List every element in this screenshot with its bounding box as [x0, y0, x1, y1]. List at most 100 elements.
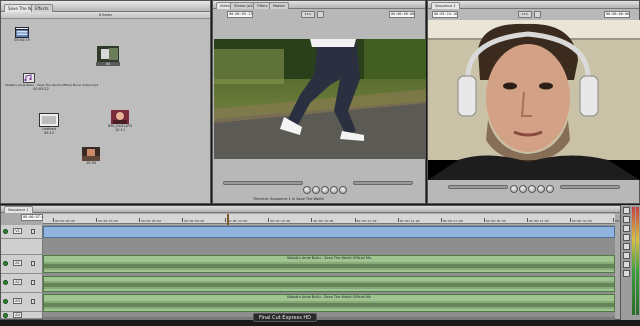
image-thumbnail: [111, 110, 129, 124]
ruler-tick: [53, 218, 54, 222]
canvas-footer-label: Timeline: Sequence 1 in Save The World: [253, 197, 324, 201]
track-visibility-toggle[interactable]: [3, 261, 8, 266]
ruler-label: 00:00:18:00: [313, 219, 334, 223]
lock-icon[interactable]: [31, 229, 35, 234]
clip-item[interactable]: Untitled 00:12: [37, 113, 61, 135]
canvas-jog-control[interactable]: [448, 185, 508, 189]
timeline-window: Sequence 1 00:00:07:00 00:00:00:00 00:00:…: [0, 205, 635, 320]
pen-tool-icon[interactable]: [623, 270, 630, 277]
canvas-next-edit-button[interactable]: [546, 185, 554, 193]
roll-tool-icon[interactable]: [623, 234, 630, 241]
canvas-view-popup[interactable]: [534, 11, 541, 18]
viewer-next-edit-button[interactable]: [339, 186, 347, 194]
clip-item[interactable]: 00:04:19: [9, 27, 35, 42]
ruler-label: 00:00:15:00: [270, 219, 291, 223]
track-visibility-toggle[interactable]: [3, 299, 8, 304]
track-header-v1[interactable]: V1: [1, 225, 43, 239]
ruler-label: 00:00:00:00: [55, 219, 75, 223]
crop-tool-icon[interactable]: [623, 261, 630, 268]
track-header-a1[interactable]: A1: [1, 255, 43, 274]
track-visibility-toggle[interactable]: [3, 229, 8, 234]
track-label: V1: [13, 228, 22, 234]
viewer-play-button[interactable]: [321, 186, 329, 194]
canvas-prev-edit-button[interactable]: [510, 185, 518, 193]
ruler-tick: [311, 218, 313, 222]
ruler-tick: [182, 218, 184, 222]
track-header-a4[interactable]: A4: [1, 312, 43, 319]
ruler-tick: [483, 218, 485, 222]
clip-item[interactable]: IMG_0441.JPG 10:11: [99, 110, 141, 132]
clip-duration: 00:12: [43, 131, 55, 135]
track-select-tool-icon[interactable]: [623, 225, 630, 232]
zoom-tool-icon[interactable]: [623, 252, 630, 259]
track-label: A3: [13, 298, 22, 304]
ruler-tick: [440, 218, 442, 222]
browser-header: 6 items: [1, 12, 210, 19]
ruler-label: 00:00:03:00: [98, 219, 118, 223]
canvas-current-timecode[interactable]: 00:00:00:00: [604, 11, 630, 18]
clip-item[interactable]: 10:00: [79, 147, 103, 165]
viewer-shuttle-control[interactable]: [353, 181, 413, 185]
viewer-play-around-button[interactable]: [330, 186, 338, 194]
canvas-duration-timecode[interactable]: 00:03:24:16: [432, 11, 458, 18]
ruler-tick: [268, 218, 270, 222]
tab-timeline-sequence[interactable]: Sequence 1: [4, 206, 33, 213]
viewer-current-timecode[interactable]: 00:00:00:00: [389, 11, 415, 18]
edit-select-tool-icon[interactable]: [623, 216, 630, 223]
track-visibility-toggle[interactable]: [3, 280, 8, 285]
viewer-prev-edit-button[interactable]: [303, 186, 311, 194]
ruler-label: 00:00:33:00: [528, 219, 549, 223]
ruler-label: 00:00:12:00: [227, 219, 248, 223]
canvas-zoom-popup[interactable]: 43%: [518, 11, 532, 18]
ruler-label: 00:00:09:00: [184, 219, 205, 223]
audio-waveform: [44, 279, 614, 291]
ruler-tick: [526, 218, 528, 222]
lock-icon[interactable]: [31, 299, 35, 304]
clip-item-selected[interactable]: 00: [96, 46, 120, 66]
ruler-tick: [613, 218, 614, 222]
track-header-a2[interactable]: A2: [1, 274, 43, 293]
track-label: A1: [13, 260, 22, 266]
tab-sequence[interactable]: Sequence 1: [431, 2, 460, 9]
video-clip[interactable]: [43, 226, 615, 238]
audio-clip-a3[interactable]: Sbbbb's Amie Bullu - Save The World Offi…: [43, 294, 615, 312]
track-visibility-toggle[interactable]: [3, 313, 8, 318]
clip-item[interactable]: Sbbbb's Amie Bullu - Save The World Offi…: [5, 73, 98, 91]
tab-effects[interactable]: Effects: [31, 4, 53, 12]
sequence-icon: [15, 27, 29, 38]
timeline-scrollbar[interactable]: [43, 317, 615, 320]
ruler-label: 00:00:24:00: [399, 219, 420, 223]
track-header-a3[interactable]: A3: [1, 293, 43, 312]
timeline-current-timecode[interactable]: 00:00:07:00: [21, 214, 46, 221]
ruler-label: 00:00:30:00: [485, 219, 506, 223]
timeline-titlebar: Sequence 1: [1, 206, 624, 213]
clip-duration: 10:11: [114, 128, 126, 132]
canvas-play-around-button[interactable]: [537, 185, 545, 193]
lock-icon[interactable]: [31, 280, 35, 285]
audio-clip-a1[interactable]: Sbbbb's Amie Bullu - Save The World Offi…: [43, 255, 615, 273]
audio-clip-a2[interactable]: [43, 276, 615, 292]
clip-duration: 00:03:22: [33, 87, 49, 91]
razor-tool-icon[interactable]: [623, 243, 630, 250]
viewer-view-popup[interactable]: [317, 11, 324, 18]
dock-app-label: Final Cut Express HD: [253, 313, 317, 322]
ruler-tick: [354, 218, 356, 222]
ruler-label: 00:00:36:00: [571, 219, 592, 223]
ruler-label: 00:00:06:00: [141, 219, 162, 223]
viewer-duration-timecode[interactable]: 00:00:05:17: [227, 11, 253, 18]
viewer-play-in-out-button[interactable]: [312, 186, 320, 194]
viewer-jog-control[interactable]: [223, 181, 303, 185]
clip-thumbnail: [39, 113, 59, 127]
viewer-zoom-popup[interactable]: 51%: [301, 11, 315, 18]
selection-tool-icon[interactable]: [623, 207, 630, 214]
tab-motion[interactable]: Motion: [269, 2, 289, 9]
audio-clip-icon: [23, 73, 35, 83]
canvas-shuttle-control[interactable]: [560, 185, 620, 189]
ruler-label: 00:00:21:00: [356, 219, 377, 223]
lock-icon[interactable]: [31, 261, 35, 266]
ruler-tick: [139, 218, 141, 222]
viewer-titlebar: Video Stereo (a1a2) Filters Motion: [213, 1, 425, 9]
viewer-window: Video Stereo (a1a2) Filters Motion 00:00…: [212, 0, 426, 204]
canvas-play-in-out-button[interactable]: [519, 185, 527, 193]
canvas-play-button[interactable]: [528, 185, 536, 193]
